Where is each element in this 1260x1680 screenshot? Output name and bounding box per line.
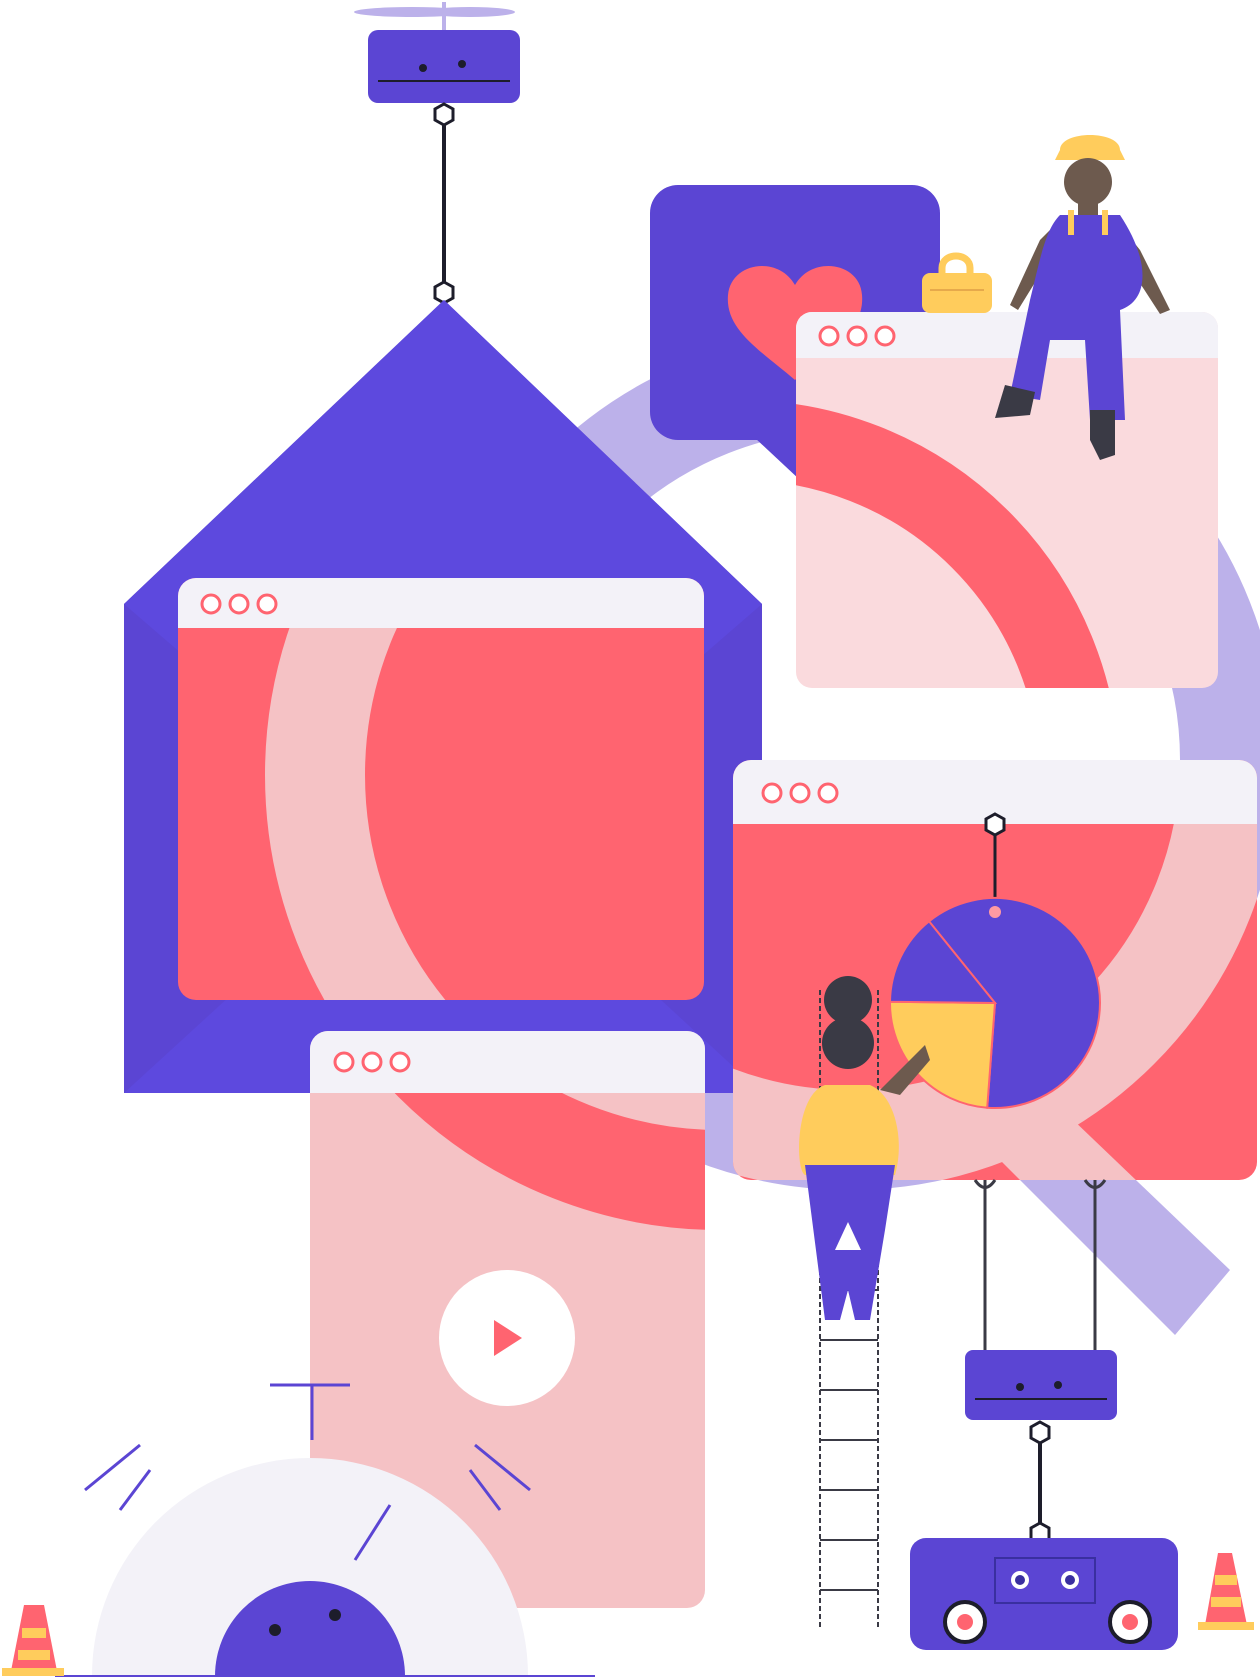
window-dot-icon: [256, 593, 278, 615]
window-dot-icon: [846, 325, 868, 347]
traffic-cone-icon: [1198, 1553, 1254, 1630]
window-dot-icon: [789, 782, 811, 804]
traffic-cone-icon: [2, 1605, 64, 1676]
window-dot-icon: [200, 593, 222, 615]
window-dot-icon: [818, 325, 840, 347]
window-dot-icon: [761, 782, 783, 804]
hard-hat-icon: [1055, 135, 1125, 160]
play-button[interactable]: [439, 1270, 575, 1406]
window-dot-icon: [817, 782, 839, 804]
window-dot-icon: [874, 325, 896, 347]
window-dot-icon: [333, 1051, 355, 1073]
onboarding-illustration: [2, 2, 1260, 1677]
window-dot-icon: [389, 1051, 411, 1073]
window-dot-icon: [228, 593, 250, 615]
drone-icon: [354, 2, 520, 305]
window-dot-icon: [361, 1051, 383, 1073]
